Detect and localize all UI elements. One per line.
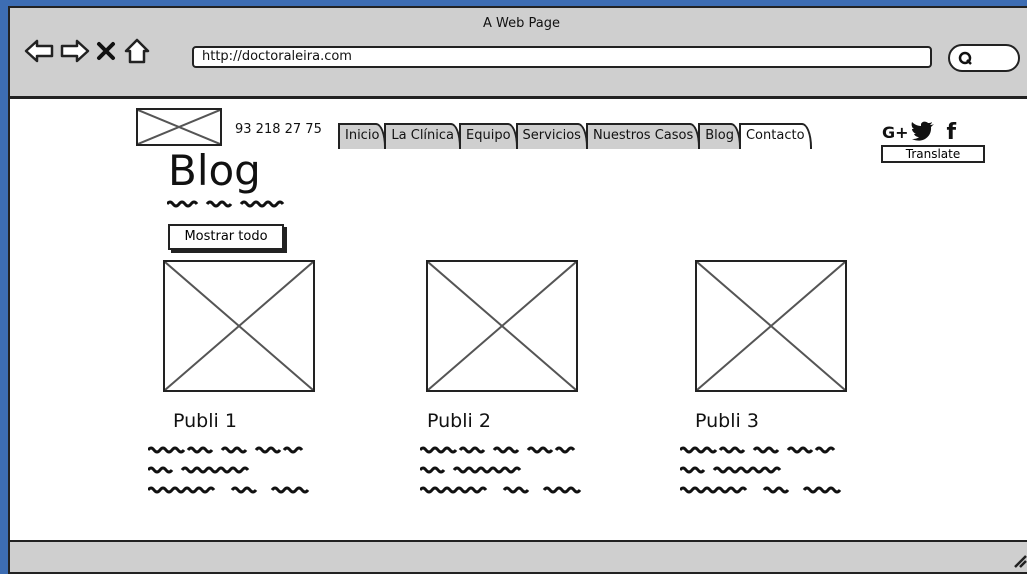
show-all-button[interactable]: Mostrar todo <box>168 224 284 250</box>
twitter-icon[interactable] <box>911 121 935 145</box>
tab-inicio[interactable]: Inicio <box>338 123 387 149</box>
back-arrow-icon[interactable] <box>24 38 54 64</box>
window-title: A Web Page <box>483 16 560 31</box>
forward-arrow-icon[interactable] <box>60 38 90 64</box>
post-3-title[interactable]: Publi 3 <box>695 410 759 432</box>
post-1-title[interactable]: Publi 1 <box>173 410 237 432</box>
browser-titlebar: A Web Page http://doctoraleira.com <box>10 8 1027 99</box>
tab-nuestros-casos[interactable]: Nuestros Casos <box>585 123 701 149</box>
phone-number: 93 218 27 75 <box>235 122 322 137</box>
translate-button[interactable]: Translate <box>881 145 985 163</box>
main-nav-tabs: Inicio La Clínica Equipo Servicios Nuest… <box>338 120 812 150</box>
search-icon <box>958 51 972 65</box>
tab-servicios[interactable]: Servicios <box>515 123 588 149</box>
post-1-image[interactable] <box>163 260 315 392</box>
stop-icon[interactable] <box>94 38 118 64</box>
post-3-image[interactable] <box>695 260 847 392</box>
google-plus-icon[interactable]: G+ <box>882 123 909 142</box>
page-title: Blog <box>168 146 261 195</box>
resize-grip-icon[interactable] <box>1011 552 1027 568</box>
tab-equipo[interactable]: Equipo <box>459 123 518 149</box>
browser-window: A Web Page http://doctoraleira.com 93 21… <box>8 6 1027 574</box>
post-2-title[interactable]: Publi 2 <box>427 410 491 432</box>
browser-statusbar <box>10 540 1027 572</box>
post-2-image[interactable] <box>426 260 578 392</box>
tab-blog[interactable]: Blog <box>698 123 741 149</box>
tab-la-clinica[interactable]: La Clínica <box>384 123 462 149</box>
post-2-excerpt <box>420 446 582 494</box>
facebook-icon[interactable]: f <box>947 120 957 145</box>
post-1-excerpt <box>148 446 310 494</box>
browser-search-box[interactable] <box>948 44 1020 72</box>
tab-contacto[interactable]: Contacto <box>738 123 812 149</box>
home-icon[interactable] <box>122 38 152 64</box>
url-input[interactable]: http://doctoraleira.com <box>192 46 932 68</box>
social-links: G+ f <box>882 120 956 145</box>
post-3-excerpt <box>680 446 842 494</box>
site-logo[interactable] <box>136 108 222 146</box>
subtitle-placeholder-text <box>167 200 285 208</box>
